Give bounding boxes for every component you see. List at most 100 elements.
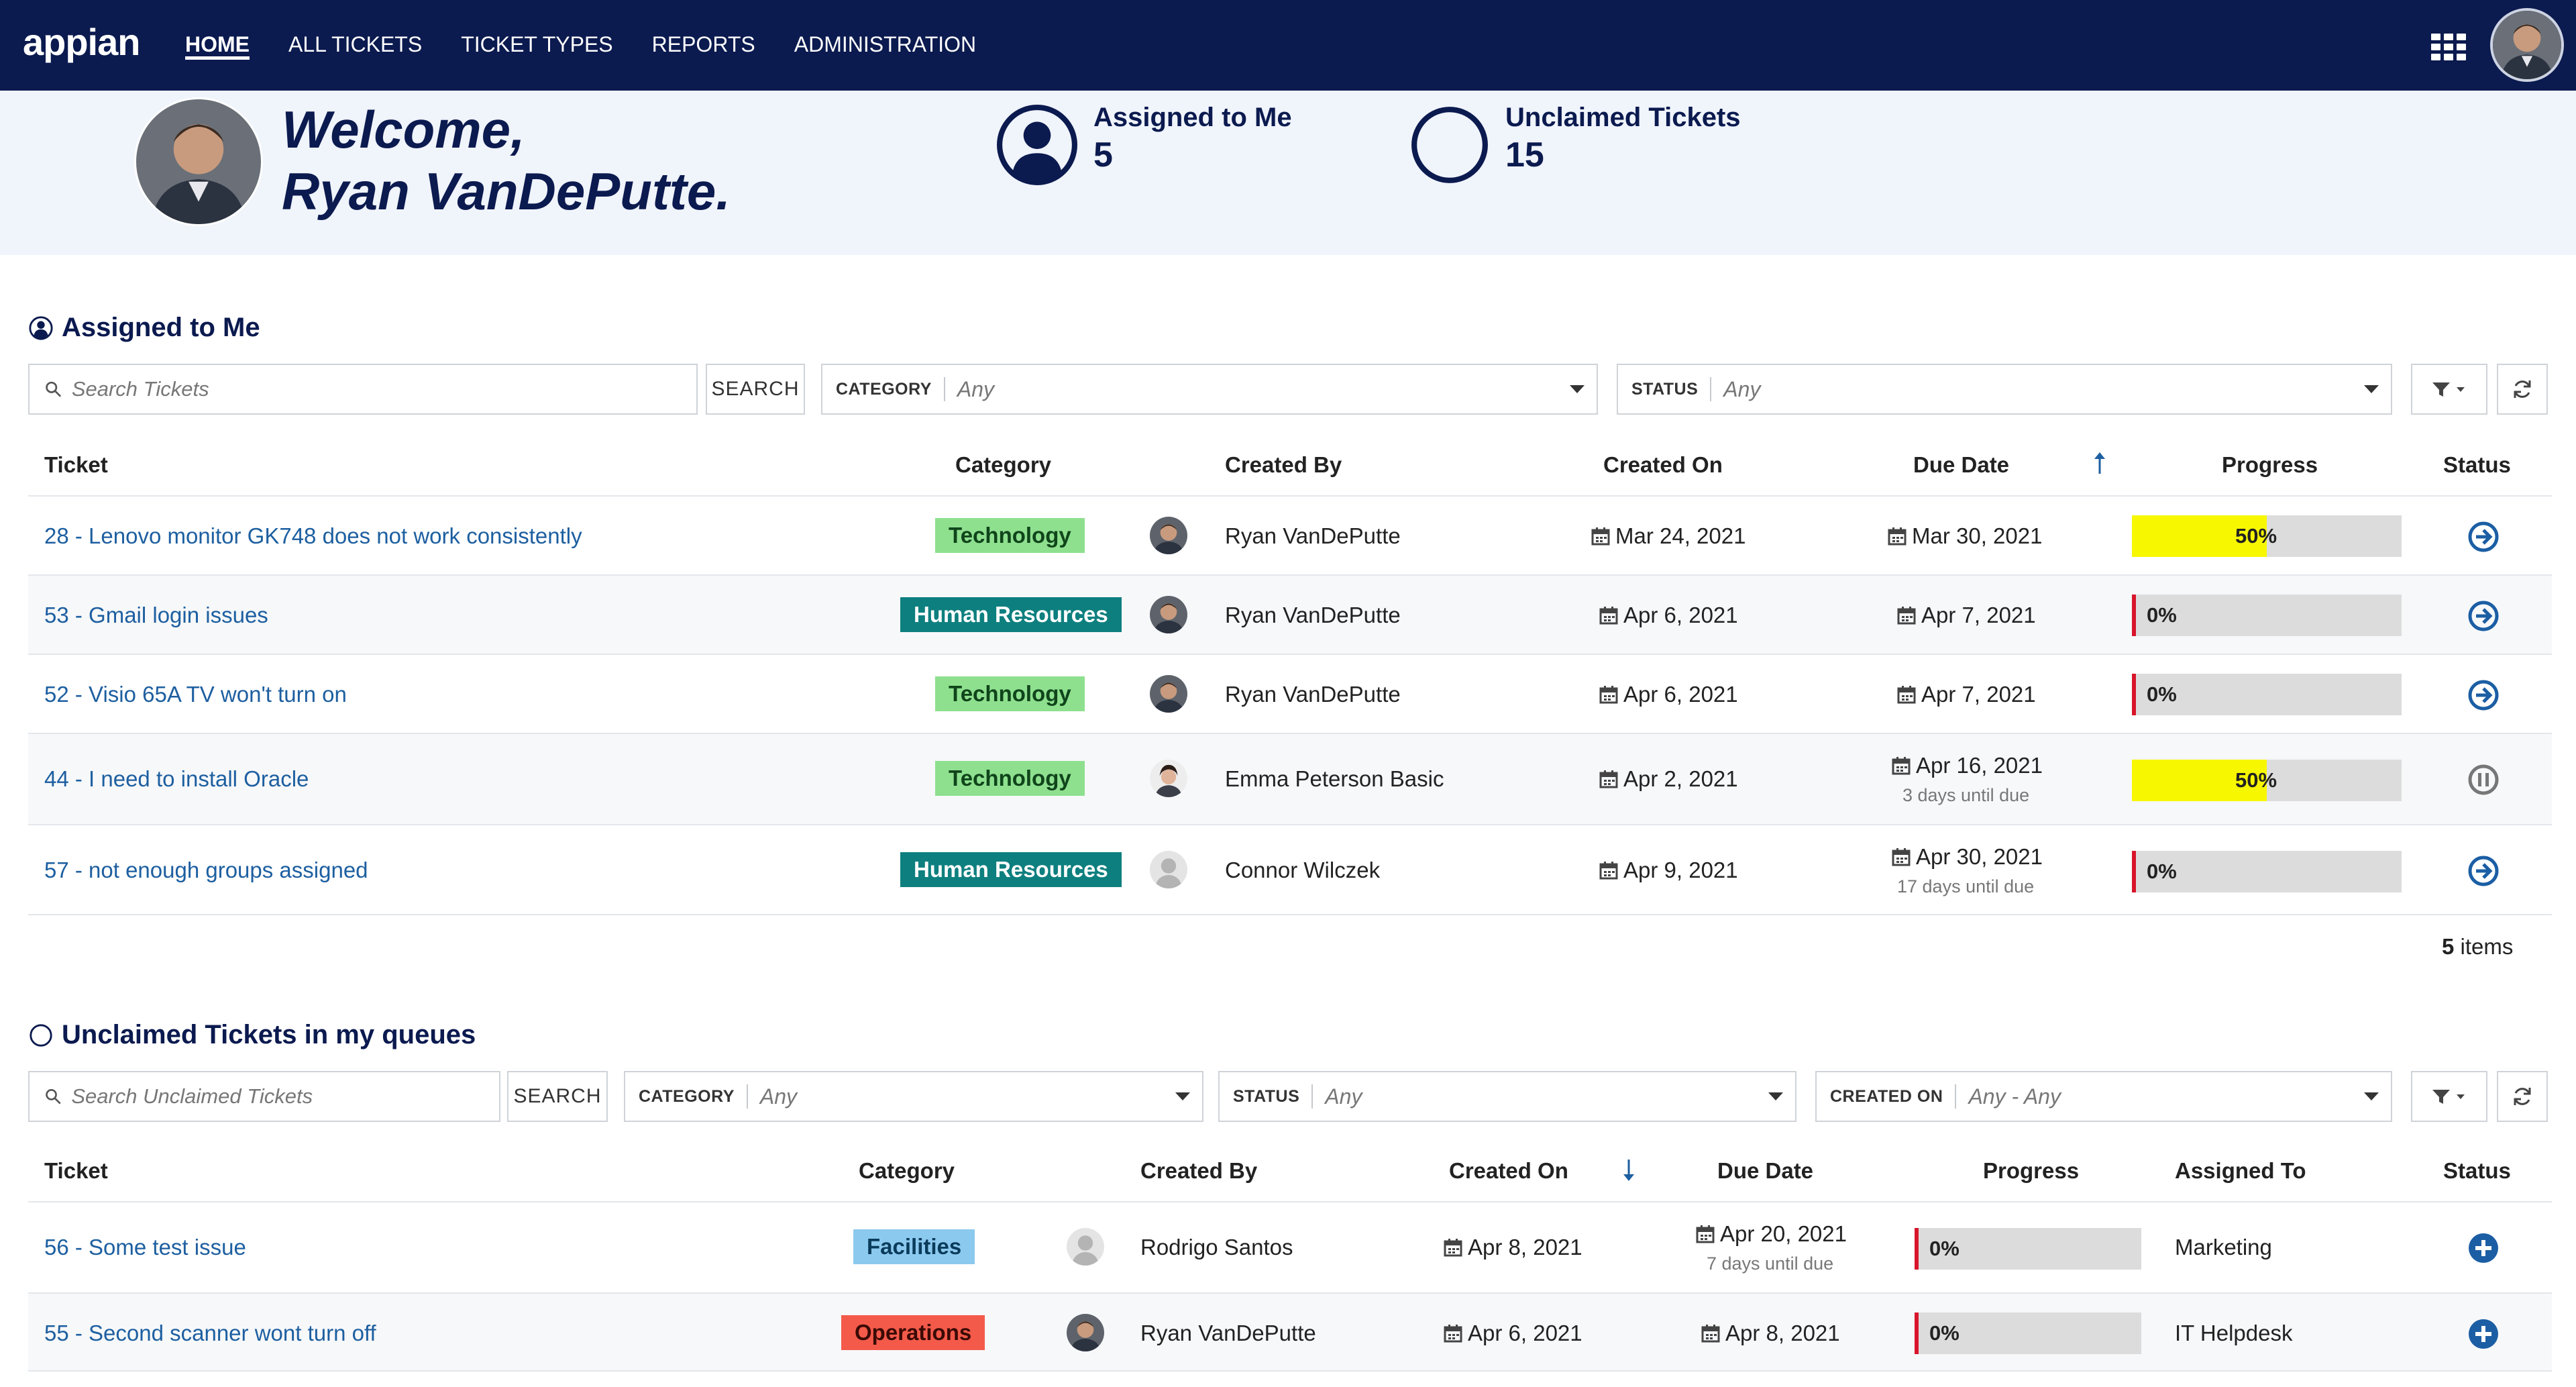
created-by: Rodrigo Santos (1140, 1235, 1293, 1260)
arrow-circle-icon[interactable] (2467, 855, 2500, 887)
col-created-by[interactable]: Created By (1140, 1158, 1257, 1184)
table-row[interactable]: 56 - Some test issue Facilities Rodrigo … (28, 1201, 2552, 1292)
unclaimed-status-dropdown[interactable]: STATUS Any (1218, 1071, 1796, 1122)
table-row[interactable]: 44 - I need to install Oracle Technology… (28, 733, 2552, 824)
category-dropdown-label: CATEGORY (639, 1086, 735, 1106)
created-on-text: Apr 6, 2021 (1468, 1321, 1582, 1345)
top-nav: appian HOME ALL TICKETS TICKET TYPES REP… (0, 0, 2576, 91)
due-note: 7 days until due (1707, 1253, 1834, 1274)
avatar (1150, 851, 1187, 888)
unclaimed-tickets-label[interactable]: Unclaimed Tickets (1505, 103, 1741, 133)
unclaimed-count[interactable]: 15 (1505, 135, 1544, 175)
search-unclaimed-button[interactable]: SEARCH (507, 1071, 608, 1122)
search-button[interactable]: SEARCH (706, 364, 805, 415)
arrow-circle-icon[interactable] (2467, 600, 2500, 632)
plus-circle-icon[interactable] (2467, 1318, 2500, 1350)
category-dropdown[interactable]: CATEGORY Any (821, 364, 1598, 415)
created-on-text: Apr 8, 2021 (1468, 1235, 1582, 1260)
progress-text: 50% (2235, 524, 2277, 548)
col-due-date[interactable]: Due Date (1717, 1158, 1813, 1184)
col-assigned-to[interactable]: Assigned To (2175, 1158, 2306, 1184)
progress-text: 0% (2147, 682, 2177, 706)
apps-grid-icon[interactable] (2431, 34, 2466, 60)
col-category[interactable]: Category (859, 1158, 955, 1184)
search-unclaimed-field[interactable] (28, 1071, 500, 1122)
col-ticket[interactable]: Ticket (44, 452, 108, 478)
user-avatar[interactable] (2490, 8, 2564, 82)
progress-bar: 0% (2132, 595, 2402, 636)
calendar-icon (1696, 1225, 1715, 1243)
due-date: Apr 7, 2021 (1897, 603, 2036, 628)
col-created-on[interactable]: Created On (1603, 452, 1723, 478)
ticket-link[interactable]: 57 - not enough groups assigned (44, 858, 368, 883)
due-note: 3 days until due (1902, 785, 2030, 805)
ticket-link[interactable]: 55 - Second scanner wont turn off (44, 1321, 376, 1346)
filter-icon (2432, 1090, 2465, 1104)
unclaimed-refresh-button[interactable] (2497, 1071, 2548, 1122)
due-date-text: Apr 7, 2021 (1921, 682, 2036, 707)
ticket-link[interactable]: 52 - Visio 65A TV won't turn on (44, 682, 347, 707)
search-unclaimed-input[interactable] (71, 1084, 499, 1109)
col-category[interactable]: Category (955, 452, 1051, 478)
col-ticket[interactable]: Ticket (44, 1158, 108, 1184)
calendar-icon (1897, 686, 1916, 704)
pause-circle-icon[interactable] (2467, 764, 2500, 796)
table-row[interactable]: 52 - Visio 65A TV won't turn on Technolo… (28, 654, 2552, 733)
created-on: Apr 2, 2021 (1599, 766, 1738, 792)
plus-circle-icon[interactable] (2467, 1232, 2500, 1264)
ticket-link[interactable]: 56 - Some test issue (44, 1235, 246, 1260)
ticket-link[interactable]: 53 - Gmail login issues (44, 603, 268, 628)
due-date: Apr 16, 2021 (1892, 753, 2043, 778)
arrow-circle-icon[interactable] (2467, 679, 2500, 711)
calendar-icon (1444, 1239, 1462, 1257)
col-progress[interactable]: Progress (2222, 452, 2318, 478)
sort-ascending-icon[interactable] (2092, 451, 2108, 475)
welcome-heading: Welcome, Ryan VanDePutte. (282, 99, 731, 222)
created-by: Ryan VanDePutte (1140, 1321, 1316, 1345)
sort-descending-icon[interactable] (1621, 1158, 1637, 1182)
search-tickets-field[interactable] (28, 364, 698, 415)
ticket-link[interactable]: 28 - Lenovo monitor GK748 does not work … (44, 523, 582, 549)
assigned-to: IT Helpdesk (2175, 1321, 2293, 1345)
avatar (1067, 1314, 1104, 1351)
col-status[interactable]: Status (2443, 1158, 2511, 1184)
table-row[interactable]: 55 - Second scanner wont turn off Operat… (28, 1292, 2552, 1372)
table-row[interactable]: 53 - Gmail login issues Human Resources … (28, 574, 2552, 654)
nav-home[interactable]: HOME (185, 0, 250, 91)
filter-button[interactable] (2411, 364, 2487, 415)
table-row[interactable]: 28 - Lenovo monitor GK748 does not work … (28, 495, 2552, 574)
arrow-circle-icon[interactable] (2467, 521, 2500, 553)
col-created-on[interactable]: Created On (1449, 1158, 1568, 1184)
nav-administration[interactable]: ADMINISTRATION (794, 0, 976, 91)
status-dropdown[interactable]: STATUS Any (1617, 364, 2392, 415)
calendar-icon (1599, 862, 1618, 880)
progress-bar: 0% (1915, 1228, 2141, 1270)
nav-all-tickets[interactable]: ALL TICKETS (288, 0, 422, 91)
unclaimed-section-title-text: Unclaimed Tickets in my queues (62, 1020, 476, 1049)
progress-text: 0% (1929, 1237, 1960, 1260)
refresh-icon (2514, 1088, 2531, 1105)
assigned-to-me-label[interactable]: Assigned to Me (1093, 103, 1292, 133)
unclaimed-category-dropdown[interactable]: CATEGORY Any (624, 1071, 1203, 1122)
unclaimed-filter-button[interactable] (2411, 1071, 2487, 1122)
category-dropdown-value: Any (759, 1084, 798, 1109)
col-created-by[interactable]: Created By (1225, 452, 1342, 478)
appian-logo[interactable]: appian (23, 20, 140, 64)
refresh-icon (2514, 380, 2531, 398)
search-tickets-input[interactable] (71, 377, 696, 401)
due-date: Apr 20, 2021 (1696, 1221, 1847, 1247)
ticket-link[interactable]: 44 - I need to install Oracle (44, 766, 309, 792)
circle-outline-icon (1411, 107, 1488, 183)
created-on: Apr 6, 2021 (1599, 603, 1738, 628)
col-due-date[interactable]: Due Date (1913, 452, 2009, 478)
col-status[interactable]: Status (2443, 452, 2511, 478)
table-row[interactable]: 57 - not enough groups assigned Human Re… (28, 824, 2552, 915)
nav-ticket-types[interactable]: TICKET TYPES (461, 0, 612, 91)
created-on-dropdown[interactable]: CREATED ON Any - Any (1815, 1071, 2392, 1122)
chevron-down-icon (2364, 1092, 2379, 1100)
nav-reports[interactable]: REPORTS (652, 0, 755, 91)
chevron-down-icon (2364, 385, 2379, 393)
refresh-button[interactable] (2497, 364, 2548, 415)
assigned-count[interactable]: 5 (1093, 135, 1113, 175)
col-progress[interactable]: Progress (1983, 1158, 2079, 1184)
